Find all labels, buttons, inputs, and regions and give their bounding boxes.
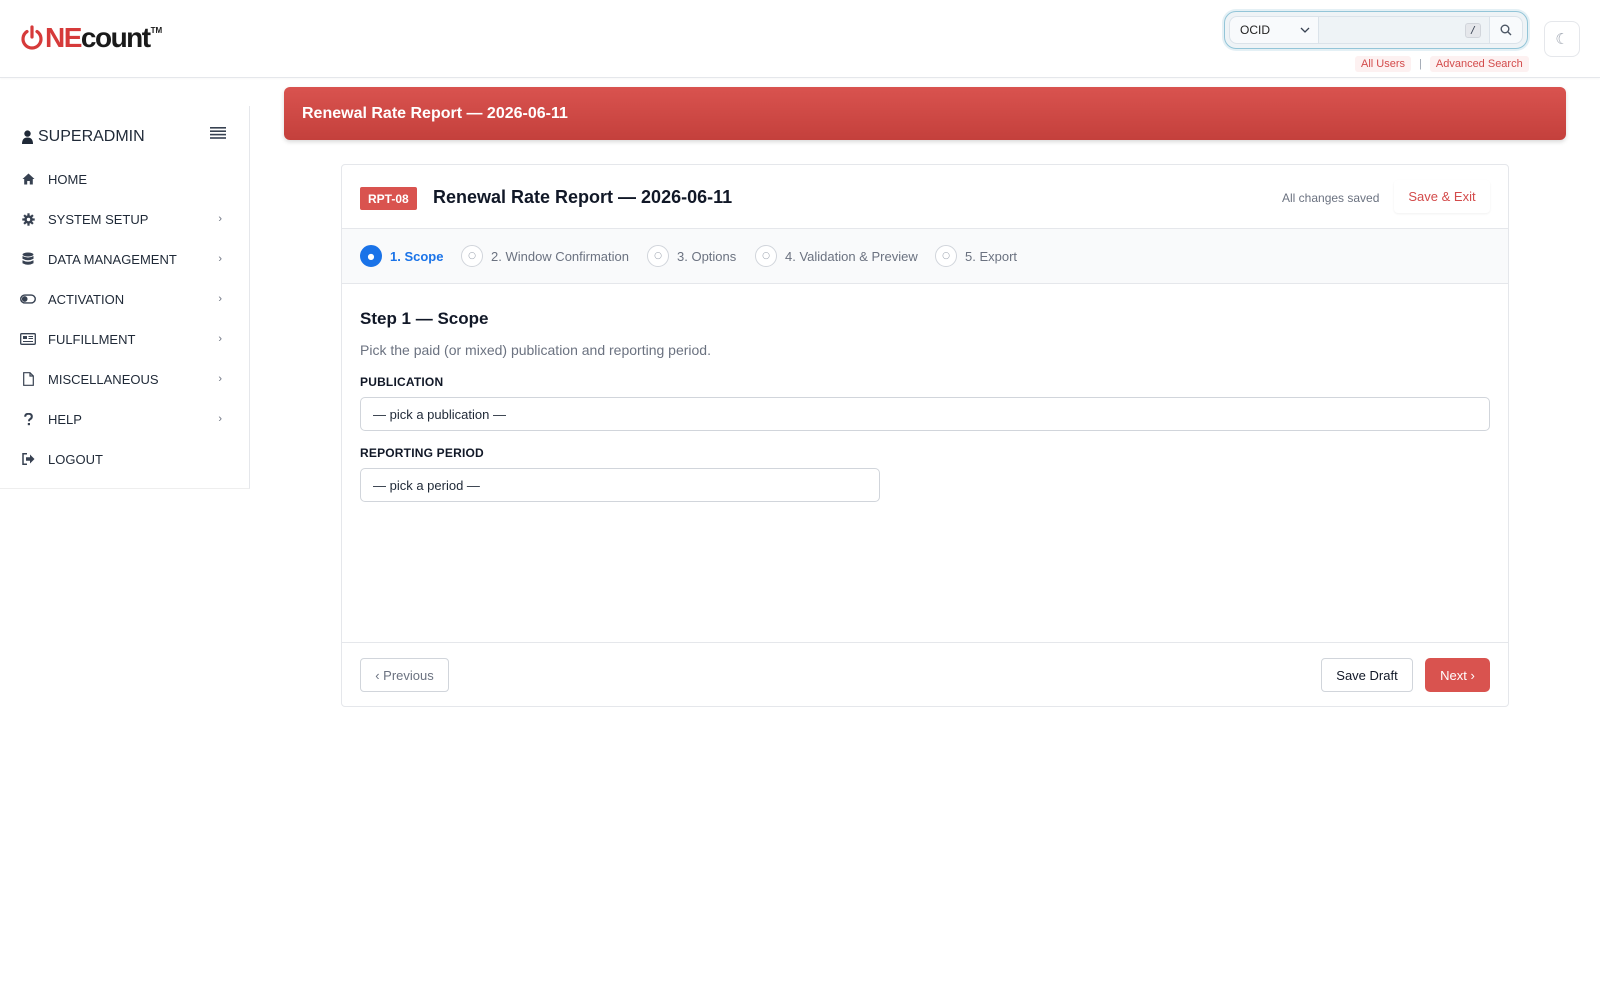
step-heading: Step 1 — Scope bbox=[360, 309, 489, 328]
chevron-right-icon: › bbox=[218, 413, 222, 425]
page-banner-title: Renewal Rate Report — 2026-06-11 bbox=[302, 104, 568, 122]
sign-out-icon bbox=[20, 451, 36, 467]
report-id-badge: RPT-08 bbox=[360, 187, 417, 210]
previous-button[interactable]: ‹ Previous bbox=[360, 658, 449, 692]
search-type-value: OCID bbox=[1240, 23, 1270, 37]
newspaper-icon bbox=[20, 331, 36, 347]
page-banner: Renewal Rate Report — 2026-06-11 bbox=[284, 87, 1566, 140]
question-icon bbox=[20, 411, 36, 427]
step-options[interactable]: ○ 3. Options bbox=[647, 245, 736, 267]
sidebar-item-label: FULFILLMENT bbox=[48, 331, 136, 347]
database-icon bbox=[20, 251, 36, 267]
save-status-text: All changes saved bbox=[1282, 191, 1380, 205]
link-separator: | bbox=[1419, 58, 1422, 70]
publication-select-value: — pick a publication — bbox=[373, 406, 506, 422]
step-pending-marker-icon: ○ bbox=[755, 245, 777, 267]
chevron-right-icon: › bbox=[218, 373, 222, 385]
sidebar-item-activation[interactable]: ACTIVATION › bbox=[20, 287, 230, 311]
step-label: 1. Scope bbox=[390, 248, 444, 264]
sidebar-item-data-management[interactable]: DATA MANAGEMENT › bbox=[20, 247, 230, 271]
step-label: 4. Validation & Preview bbox=[785, 248, 918, 264]
moon-icon: ☾ bbox=[1555, 30, 1569, 48]
report-wizard-card: RPT-08 Renewal Rate Report — 2026-06-11 … bbox=[341, 164, 1509, 707]
search-type-select[interactable]: OCID bbox=[1229, 16, 1319, 44]
chevron-right-icon: › bbox=[218, 293, 222, 305]
sidebar-item-label: LOGOUT bbox=[48, 451, 103, 467]
next-button[interactable]: Next › bbox=[1425, 658, 1490, 692]
toggle-icon bbox=[20, 291, 36, 307]
sidebar-item-logout[interactable]: LOGOUT bbox=[20, 447, 230, 471]
reporting-period-select-value: — pick a period — bbox=[373, 477, 480, 493]
sidebar-item-label: MISCELLANEOUS bbox=[48, 371, 159, 387]
save-draft-button[interactable]: Save Draft bbox=[1321, 658, 1413, 692]
sidebar-item-label: SYSTEM SETUP bbox=[48, 211, 149, 227]
step-pending-marker-icon: ○ bbox=[647, 245, 669, 267]
sidebar-item-label: DATA MANAGEMENT bbox=[48, 251, 177, 267]
search-quick-links: All Users | Advanced Search bbox=[1355, 56, 1529, 72]
chevron-right-icon: › bbox=[218, 333, 222, 345]
chevron-right-icon: › bbox=[218, 213, 222, 225]
search-button[interactable] bbox=[1489, 16, 1523, 44]
sidebar-item-system-setup[interactable]: SYSTEM SETUP › bbox=[20, 207, 230, 231]
gear-icon bbox=[20, 211, 36, 227]
sidebar-item-help[interactable]: HELP › bbox=[20, 407, 230, 431]
wizard-title: Renewal Rate Report — 2026-06-11 bbox=[433, 187, 733, 207]
search-shortcut-key: / bbox=[1464, 23, 1481, 38]
step-export[interactable]: ○ 5. Export bbox=[935, 245, 1017, 267]
advanced-search-link[interactable]: Advanced Search bbox=[1429, 56, 1529, 72]
onecount-logo[interactable]: NE count TM bbox=[20, 24, 162, 52]
sidebar-item-home[interactable]: HOME bbox=[20, 167, 230, 191]
publication-select[interactable]: — pick a publication — bbox=[360, 397, 1490, 431]
top-bar: NE count TM OCID / All Users | Advanced … bbox=[0, 0, 1600, 78]
search-input[interactable]: / bbox=[1319, 16, 1489, 44]
theme-toggle-button[interactable]: ☾ bbox=[1544, 21, 1580, 57]
sidebar-item-label: HELP bbox=[48, 411, 82, 427]
step-description: Pick the paid (or mixed) publication and… bbox=[360, 342, 711, 358]
user-icon bbox=[22, 130, 33, 144]
step-window-confirmation[interactable]: ○ 2. Window Confirmation bbox=[461, 245, 629, 267]
wizard-footer: ‹ Previous Save Draft Next › bbox=[342, 642, 1508, 707]
sidebar: SUPERADMIN HOME SYSTEM SETUP › DATA MANA… bbox=[0, 106, 250, 489]
logo-ne-text: NE bbox=[45, 22, 82, 53]
search-icon bbox=[1500, 24, 1512, 36]
reporting-period-label: REPORTING PERIOD bbox=[360, 446, 484, 460]
logo-trademark: TM bbox=[150, 26, 163, 35]
step-label: 3. Options bbox=[677, 248, 737, 264]
wizard-header: RPT-08 Renewal Rate Report — 2026-06-11 … bbox=[342, 165, 1508, 229]
step-pending-marker-icon: ○ bbox=[461, 245, 483, 267]
step-label: 2. Window Confirmation bbox=[491, 248, 629, 264]
sidebar-item-label: ACTIVATION bbox=[48, 291, 125, 307]
chevron-right-icon: › bbox=[218, 253, 222, 265]
reporting-period-select[interactable]: — pick a period — bbox=[360, 468, 880, 502]
file-icon bbox=[20, 371, 36, 387]
power-icon bbox=[21, 25, 43, 50]
global-search: OCID / bbox=[1224, 11, 1528, 49]
sidebar-item-fulfillment[interactable]: FULFILLMENT › bbox=[20, 327, 230, 351]
step-label: 5. Export bbox=[965, 248, 1018, 264]
all-users-link[interactable]: All Users bbox=[1355, 56, 1412, 72]
home-icon bbox=[20, 171, 36, 187]
sidebar-toggle-icon[interactable] bbox=[209, 126, 227, 140]
sidebar-user: SUPERADMIN bbox=[22, 128, 145, 146]
publication-label: PUBLICATION bbox=[360, 375, 444, 389]
step-active-marker-icon: ● bbox=[360, 245, 382, 267]
sidebar-user-label: SUPERADMIN bbox=[38, 128, 145, 145]
step-validation-preview[interactable]: ○ 4. Validation & Preview bbox=[755, 245, 918, 267]
step-pending-marker-icon: ○ bbox=[935, 245, 957, 267]
wizard-stepper: ● 1. Scope ○ 2. Window Confirmation ○ 3.… bbox=[342, 229, 1508, 284]
save-exit-button[interactable]: Save & Exit bbox=[1394, 180, 1490, 213]
logo-count-text: count bbox=[80, 22, 151, 53]
sidebar-item-miscellaneous[interactable]: MISCELLANEOUS › bbox=[20, 367, 230, 391]
step-scope[interactable]: ● 1. Scope bbox=[360, 245, 443, 267]
chevron-down-icon bbox=[1300, 27, 1310, 33]
sidebar-item-label: HOME bbox=[48, 171, 87, 187]
